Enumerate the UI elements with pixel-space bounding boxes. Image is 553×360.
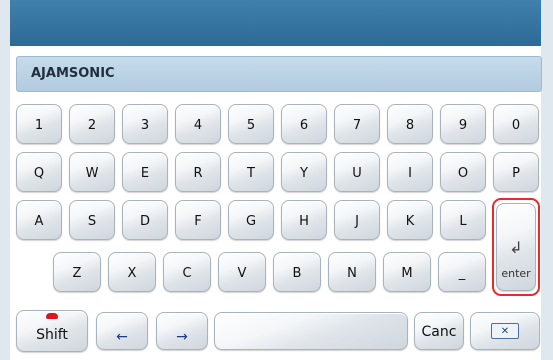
key-z[interactable]: Z xyxy=(53,252,101,292)
key-n[interactable]: N xyxy=(328,252,376,292)
key-o[interactable]: O xyxy=(440,152,486,192)
key-label: _ xyxy=(458,265,466,281)
key-label: K xyxy=(405,213,415,229)
key-label: I xyxy=(408,165,412,181)
key-label: V xyxy=(237,265,247,281)
key-a[interactable]: A xyxy=(16,200,62,240)
key-label: Y xyxy=(300,165,308,181)
key-v[interactable]: V xyxy=(218,252,266,292)
key-j[interactable]: J xyxy=(334,200,380,240)
key-label: 6 xyxy=(299,117,309,133)
key-h[interactable]: H xyxy=(281,200,327,240)
key-d[interactable]: D xyxy=(122,200,168,240)
key-q[interactable]: Q xyxy=(16,152,62,192)
key-t[interactable]: T xyxy=(228,152,274,192)
key-label: T xyxy=(247,165,255,181)
key-label: G xyxy=(245,213,257,229)
key-label: H xyxy=(299,213,309,229)
key-label: 0 xyxy=(511,117,521,133)
key-label: Z xyxy=(72,265,82,281)
key-label: N xyxy=(347,265,357,281)
space-button[interactable] xyxy=(214,312,408,350)
key-label: L xyxy=(459,213,467,229)
key-label: 8 xyxy=(405,117,415,133)
key-label: E xyxy=(140,165,150,181)
key-y[interactable]: Y xyxy=(281,152,327,192)
keyboard-screen: AJAMSONIC 1 2 3 4 5 6 7 8 9 0 Q W E R T … xyxy=(0,0,553,360)
enter-label: enter xyxy=(501,267,531,280)
key-9[interactable]: 9 xyxy=(440,104,486,144)
key-x[interactable]: X xyxy=(108,252,156,292)
key-l[interactable]: L xyxy=(440,200,486,240)
key-label: 7 xyxy=(352,117,362,133)
key-label: 2 xyxy=(87,117,97,133)
right-arrow-button[interactable]: → xyxy=(156,312,208,350)
key-3[interactable]: 3 xyxy=(122,104,168,144)
key-label: C xyxy=(182,265,192,281)
keyboard: 1 2 3 4 5 6 7 8 9 0 Q W E R T Y U I O P … xyxy=(0,0,553,360)
key-1[interactable]: 1 xyxy=(16,104,62,144)
left-arrow-icon: ← xyxy=(116,329,128,345)
key-label: P xyxy=(512,165,520,181)
shift-label: Shift xyxy=(36,327,68,343)
key-4[interactable]: 4 xyxy=(175,104,221,144)
key-label: 5 xyxy=(246,117,256,133)
key-u[interactable]: U xyxy=(334,152,380,192)
key-7[interactable]: 7 xyxy=(334,104,380,144)
key-label: D xyxy=(139,213,150,229)
shift-indicator-icon xyxy=(46,313,58,319)
key-label: U xyxy=(352,165,362,181)
key-0[interactable]: 0 xyxy=(493,104,539,144)
enter-button[interactable]: ↲ enter xyxy=(496,203,536,291)
key-label: X xyxy=(127,265,137,281)
key-label: 9 xyxy=(458,117,468,133)
backspace-button[interactable]: ✕ xyxy=(470,312,540,350)
backspace-icon: ✕ xyxy=(491,323,519,339)
key-5[interactable]: 5 xyxy=(228,104,274,144)
key-underscore[interactable]: _ xyxy=(438,252,486,292)
key-2[interactable]: 2 xyxy=(69,104,115,144)
key-label: 4 xyxy=(193,117,203,133)
key-label: A xyxy=(34,213,44,229)
key-r[interactable]: R xyxy=(175,152,221,192)
key-p[interactable]: P xyxy=(493,152,539,192)
key-i[interactable]: I xyxy=(387,152,433,192)
key-s[interactable]: S xyxy=(69,200,115,240)
key-label: 1 xyxy=(34,117,44,133)
key-b[interactable]: B xyxy=(273,252,321,292)
key-label: M xyxy=(401,265,413,281)
key-label: F xyxy=(194,213,202,229)
key-label: W xyxy=(85,165,99,181)
key-g[interactable]: G xyxy=(228,200,274,240)
backspace-glyph: ✕ xyxy=(500,325,510,337)
key-f[interactable]: F xyxy=(175,200,221,240)
key-8[interactable]: 8 xyxy=(387,104,433,144)
key-label: 3 xyxy=(140,117,150,133)
key-k[interactable]: K xyxy=(387,200,433,240)
key-w[interactable]: W xyxy=(69,152,115,192)
key-label: Q xyxy=(33,165,45,181)
shift-button[interactable]: Shift xyxy=(16,310,88,352)
right-arrow-icon: → xyxy=(176,329,188,345)
cancel-label: Canc xyxy=(421,324,457,340)
cancel-button[interactable]: Canc xyxy=(414,312,464,350)
key-label: B xyxy=(292,265,302,281)
key-6[interactable]: 6 xyxy=(281,104,327,144)
key-label: J xyxy=(355,213,359,229)
key-e[interactable]: E xyxy=(122,152,168,192)
left-arrow-button[interactable]: ← xyxy=(96,312,148,350)
key-c[interactable]: C xyxy=(163,252,211,292)
key-m[interactable]: M xyxy=(383,252,431,292)
key-label: S xyxy=(87,213,97,229)
key-label: O xyxy=(457,165,469,181)
enter-icon: ↲ xyxy=(509,238,523,257)
key-label: R xyxy=(193,165,203,181)
